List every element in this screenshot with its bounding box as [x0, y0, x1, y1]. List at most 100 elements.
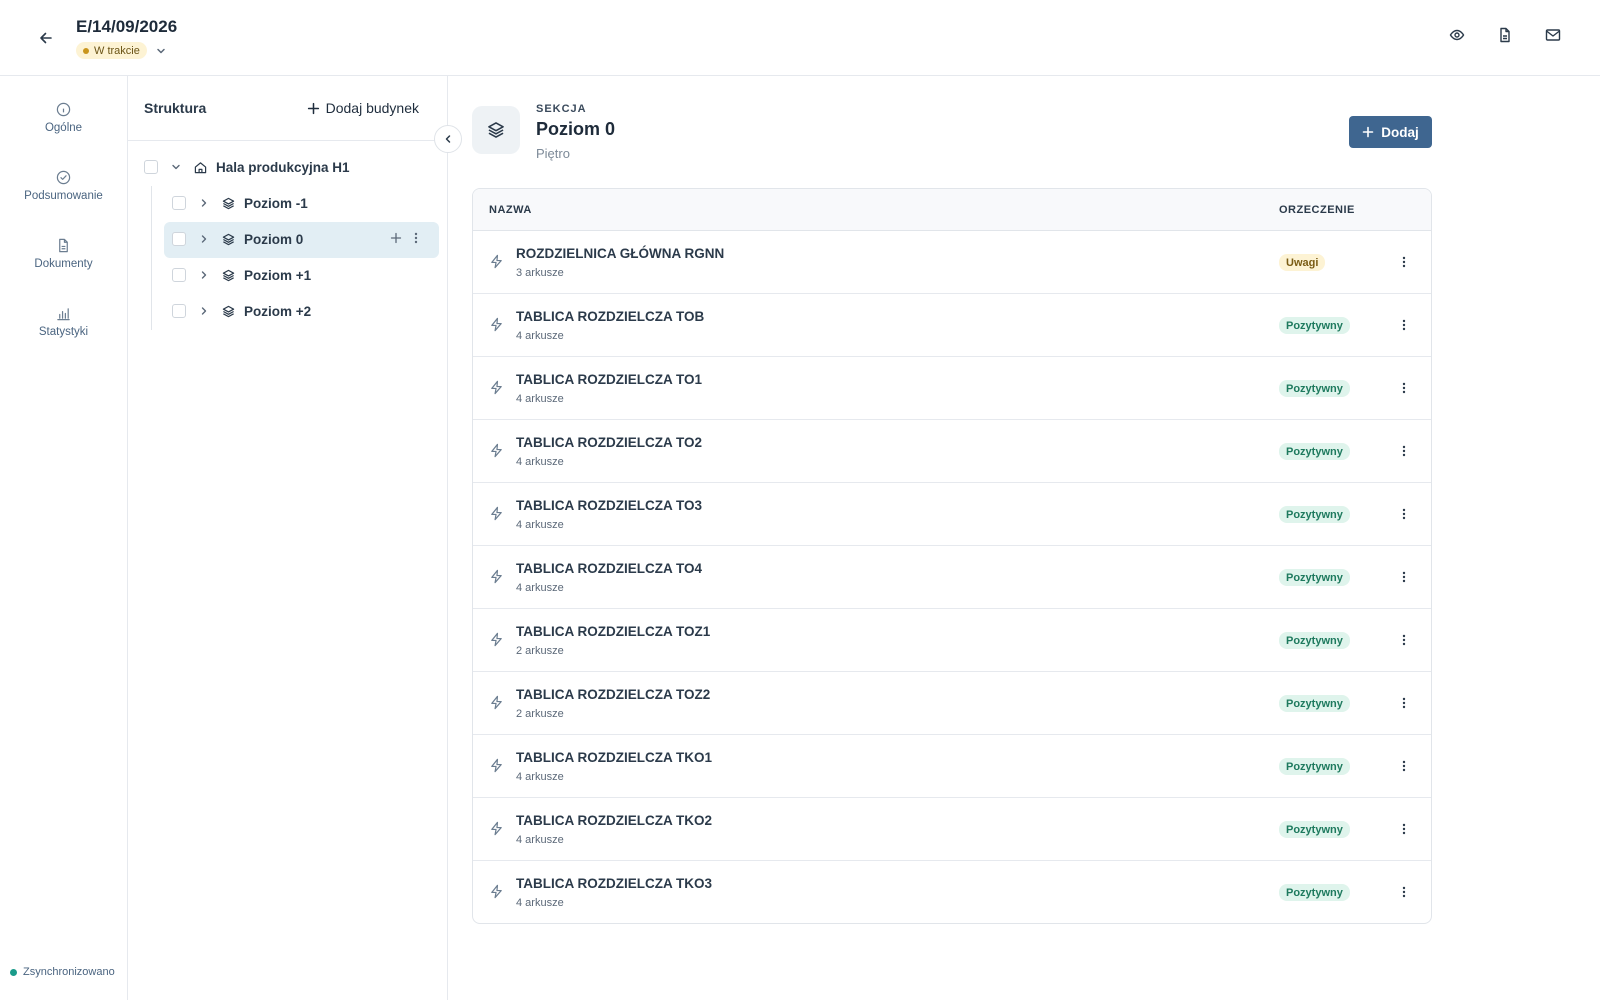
section-subtitle: Piętro: [536, 146, 570, 161]
chevron-down-icon[interactable]: [168, 159, 184, 175]
back-arrow-icon[interactable]: [34, 26, 58, 50]
more-vertical-icon[interactable]: [1395, 316, 1413, 334]
more-vertical-icon[interactable]: [1395, 631, 1413, 649]
nav-item-ogolne[interactable]: Ogólne: [0, 102, 127, 134]
table-body: ROZDZIELNICA GŁÓWNA RGNN 3 arkusze Uwagi…: [473, 231, 1431, 923]
row-name: TABLICA ROZDZIELCZA TOZ2: [516, 687, 711, 702]
verdict-badge: Pozytywny: [1279, 380, 1350, 397]
level-checkbox[interactable]: [172, 304, 186, 318]
level-name: Poziom -1: [244, 195, 308, 211]
check-circle-icon: [56, 170, 71, 185]
verdict-badge: Pozytywny: [1279, 821, 1350, 838]
plus-icon[interactable]: [390, 232, 402, 244]
row-sheets: 2 arkusze: [516, 708, 564, 720]
chevron-right-icon[interactable]: [196, 303, 212, 319]
more-vertical-icon[interactable]: [1395, 568, 1413, 586]
section-title: Poziom 0: [536, 119, 616, 139]
section-kicker: SEKCJA: [536, 103, 587, 115]
add-button[interactable]: Dodaj: [1349, 116, 1432, 148]
chevron-right-icon[interactable]: [196, 195, 212, 211]
level-checkbox[interactable]: [172, 232, 186, 246]
column-header-verdict[interactable]: ORZECZENIE: [1279, 204, 1355, 216]
more-vertical-icon[interactable]: [1395, 757, 1413, 775]
table-row[interactable]: TABLICA ROZDZIELCZA TKO3 4 arkusze Pozyt…: [473, 861, 1431, 923]
top-actions: [1448, 26, 1562, 44]
eye-icon[interactable]: [1448, 26, 1466, 44]
chevron-down-icon[interactable]: [153, 43, 169, 59]
table-row[interactable]: TABLICA ROZDZIELCZA TKO1 4 arkusze Pozyt…: [473, 735, 1431, 798]
row-name: TABLICA ROZDZIELCZA TKO1: [516, 750, 712, 765]
tree-guide-line: [151, 186, 152, 330]
table-row[interactable]: ROZDZIELNICA GŁÓWNA RGNN 3 arkusze Uwagi: [473, 231, 1431, 294]
status-dot: [83, 47, 89, 54]
status-label: W trakcie: [94, 44, 140, 57]
mail-icon[interactable]: [1544, 26, 1562, 44]
table-row[interactable]: TABLICA ROZDZIELCZA TOB 4 arkusze Pozyty…: [473, 294, 1431, 357]
structure-header: Struktura Dodaj budynek: [128, 76, 447, 141]
more-vertical-icon[interactable]: [1395, 820, 1413, 838]
row-sheets: 4 arkusze: [516, 582, 564, 594]
verdict-badge: Pozytywny: [1279, 506, 1350, 523]
level-checkbox[interactable]: [172, 196, 186, 210]
row-sheets: 4 arkusze: [516, 897, 564, 909]
row-name: ROZDZIELNICA GŁÓWNA RGNN: [516, 246, 725, 261]
tree-item-level[interactable]: Poziom +2: [172, 294, 434, 328]
table-row[interactable]: TABLICA ROZDZIELCZA TO2 4 arkusze Pozyty…: [473, 420, 1431, 483]
document-icon[interactable]: [1496, 26, 1514, 44]
lightning-icon: [489, 695, 505, 711]
table-row[interactable]: TABLICA ROZDZIELCZA TOZ1 2 arkusze Pozyt…: [473, 609, 1431, 672]
collapse-panel-button[interactable]: [434, 125, 462, 153]
row-name: TABLICA ROZDZIELCZA TOB: [516, 309, 705, 324]
table-row[interactable]: TABLICA ROZDZIELCZA TOZ2 2 arkusze Pozyt…: [473, 672, 1431, 735]
nav-item-dokumenty[interactable]: Dokumenty: [0, 238, 127, 270]
nav-item-podsumowanie[interactable]: Podsumowanie: [0, 170, 127, 202]
table-row[interactable]: TABLICA ROZDZIELCZA TKO2 4 arkusze Pozyt…: [473, 798, 1431, 861]
more-vertical-icon[interactable]: [1395, 379, 1413, 397]
more-vertical-icon[interactable]: [414, 232, 418, 244]
chevron-right-icon[interactable]: [196, 267, 212, 283]
lightning-icon: [489, 443, 505, 459]
level-checkbox[interactable]: [172, 268, 186, 282]
column-header-name[interactable]: NAZWA: [489, 204, 532, 216]
building-checkbox[interactable]: [144, 160, 158, 174]
row-name: TABLICA ROZDZIELCZA TKO3: [516, 876, 712, 891]
plus-icon: [1362, 126, 1374, 138]
verdict-badge: Pozytywny: [1279, 443, 1350, 460]
tree-item-level[interactable]: Poziom +1: [172, 258, 434, 292]
tree-item-level[interactable]: Poziom -1: [172, 186, 434, 220]
add-building-button[interactable]: Dodaj budynek: [307, 100, 419, 116]
row-sheets: 4 arkusze: [516, 519, 564, 531]
lightning-icon: [489, 758, 505, 774]
table-row[interactable]: TABLICA ROZDZIELCZA TO3 4 arkusze Pozyty…: [473, 483, 1431, 546]
row-name: TABLICA ROZDZIELCZA TO3: [516, 498, 702, 513]
building-icon: [192, 159, 208, 175]
document-icon: [59, 238, 68, 253]
table-row[interactable]: TABLICA ROZDZIELCZA TO4 4 arkusze Pozyty…: [473, 546, 1431, 609]
nav-item-statystyki[interactable]: Statystyki: [0, 306, 127, 338]
layers-icon: [220, 267, 236, 283]
row-sheets: 4 arkusze: [516, 834, 564, 846]
more-vertical-icon[interactable]: [1395, 253, 1413, 271]
verdict-badge: Pozytywny: [1279, 632, 1350, 649]
more-vertical-icon[interactable]: [1395, 883, 1413, 901]
verdict-badge: Pozytywny: [1279, 758, 1350, 775]
more-vertical-icon[interactable]: [1395, 694, 1413, 712]
row-sheets: 4 arkusze: [516, 393, 564, 405]
tree-item-level-selected[interactable]: Poziom 0: [172, 222, 434, 256]
verdict-badge: Uwagi: [1279, 254, 1326, 271]
status-badge[interactable]: W trakcie: [76, 42, 147, 59]
tree-item-building[interactable]: Hala produkcyjna H1: [144, 150, 434, 184]
chevron-right-icon[interactable]: [196, 231, 212, 247]
more-vertical-icon[interactable]: [1395, 505, 1413, 523]
layers-icon: [220, 195, 236, 211]
info-icon: [56, 102, 71, 117]
verdict-badge: Pozytywny: [1279, 317, 1350, 334]
table-row[interactable]: TABLICA ROZDZIELCZA TO1 4 arkusze Pozyty…: [473, 357, 1431, 420]
row-name: TABLICA ROZDZIELCZA TO1: [516, 372, 702, 387]
more-vertical-icon[interactable]: [1395, 442, 1413, 460]
add-button-label: Dodaj: [1381, 124, 1419, 140]
level-name: Poziom +2: [244, 303, 312, 319]
lightning-icon: [489, 317, 505, 333]
level-name: Poziom +1: [244, 267, 312, 283]
lightning-icon: [489, 254, 505, 270]
